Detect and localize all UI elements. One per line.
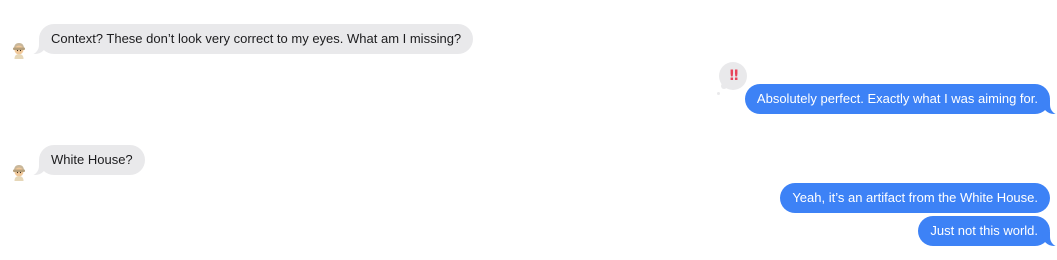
memoji-avatar-icon[interactable] [10, 41, 28, 59]
tapback-glyph: ‼ [729, 68, 739, 84]
message-text: Just not this world. [930, 223, 1038, 238]
incoming-message-bubble[interactable]: Context? These don’t look very correct t… [26, 24, 474, 55]
memoji-avatar-icon[interactable] [10, 163, 28, 181]
outgoing-message-bubble[interactable]: Just not this world. [918, 216, 1057, 247]
message-text: Context? These don’t look very correct t… [51, 31, 462, 46]
tapback-dot [717, 92, 720, 95]
outgoing-message-bubble[interactable]: Yeah, it’s an artifact from the White Ho… [780, 183, 1050, 213]
message-text: Absolutely perfect. Exactly what I was a… [756, 91, 1038, 106]
incoming-message-bubble[interactable]: White House? [27, 145, 145, 176]
message-thread: Context? These don’t look very correct t… [0, 0, 1057, 260]
tapback-dot [721, 83, 727, 89]
outgoing-message-bubble[interactable]: Absolutely perfect. Exactly what I was a… [744, 84, 1057, 115]
message-text: White House? [51, 152, 133, 167]
message-text: Yeah, it’s an artifact from the White Ho… [792, 190, 1038, 205]
double-exclamation-tapback-icon[interactable]: ‼ [717, 62, 747, 95]
